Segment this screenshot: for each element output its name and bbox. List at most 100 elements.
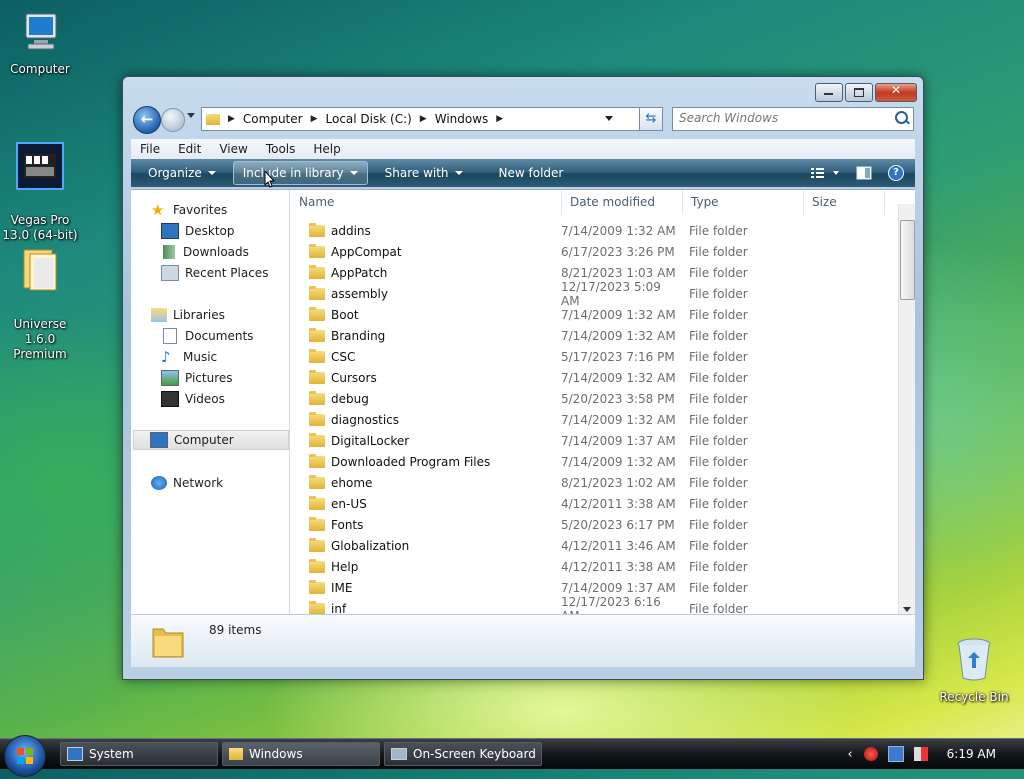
start-button[interactable] xyxy=(4,735,46,777)
table-row[interactable]: Boot 7/14/2009 1:32 AM File folder xyxy=(291,304,899,325)
breadcrumb-separator-icon[interactable]: ▶ xyxy=(420,114,427,124)
table-row[interactable]: Help 4/12/2011 3:38 AM File folder xyxy=(291,556,899,577)
organize-button[interactable]: Organize xyxy=(139,162,225,184)
taskbar-button-label: System xyxy=(89,747,134,761)
table-row[interactable]: addins 7/14/2009 1:32 AM File folder xyxy=(291,220,899,241)
table-row[interactable]: Cursors 7/14/2009 1:32 AM File folder xyxy=(291,367,899,388)
volume-muted-icon[interactable] xyxy=(913,747,928,761)
show-hidden-icons-icon[interactable]: ‹ xyxy=(847,747,852,762)
search-icon[interactable] xyxy=(895,111,908,124)
column-date-modified[interactable]: Date modified xyxy=(562,190,683,214)
nav-videos-label: Videos xyxy=(185,392,225,406)
table-row[interactable]: Branding 7/14/2009 1:32 AM File folder xyxy=(291,325,899,346)
nav-libraries[interactable]: Libraries xyxy=(151,305,307,325)
close-button[interactable]: ✕ xyxy=(875,83,917,102)
folder-icon xyxy=(309,453,325,468)
nav-favorites[interactable]: ★ Favorites xyxy=(151,200,307,220)
table-row[interactable]: DigitalLocker 7/14/2009 1:37 AM File folde… xyxy=(291,430,899,451)
column-size[interactable]: Size xyxy=(804,190,885,214)
file-name: diagnostics xyxy=(331,412,400,427)
address-bar[interactable]: ▶ Computer ▶ Local Disk (C:) ▶ Windows ▶ xyxy=(201,107,640,131)
table-row[interactable]: AppCompat 6/17/2023 3:26 PM File folder xyxy=(291,241,899,262)
caption-buttons: ✕ xyxy=(813,83,917,102)
address-dropdown[interactable] xyxy=(605,116,613,121)
folder-icon xyxy=(229,748,243,760)
file-date: 7/14/2009 1:32 AM xyxy=(561,370,676,385)
desktop-icon xyxy=(161,223,179,239)
clock[interactable]: 6:19 AM xyxy=(947,747,996,761)
file-name-cell: CSC xyxy=(291,348,553,364)
menu-view[interactable]: View xyxy=(210,142,256,156)
refresh-icon: ⇆ xyxy=(645,111,657,126)
recent-pages-dropdown[interactable] xyxy=(187,113,195,118)
table-row[interactable]: assembly 12/17/2023 5:09 AM File folder xyxy=(291,280,899,308)
keyboard-icon xyxy=(391,748,407,760)
maximize-button[interactable] xyxy=(845,83,873,102)
breadcrumb-separator-icon[interactable]: ▶ xyxy=(496,114,503,124)
breadcrumb-separator-icon[interactable]: ▶ xyxy=(228,114,235,124)
breadcrumb-computer[interactable]: Computer xyxy=(243,112,303,126)
table-row[interactable]: en-US 4/12/2011 3:38 AM File folder xyxy=(291,493,899,514)
table-row[interactable]: inf 12/17/2023 6:16 AM File folder xyxy=(291,595,899,615)
file-type: File folder xyxy=(689,391,748,406)
security-alert-icon[interactable] xyxy=(863,747,878,761)
breadcrumb-windows[interactable]: Windows xyxy=(435,112,489,126)
file-type: File folder xyxy=(689,538,748,553)
nav-music-label: Music xyxy=(183,350,218,364)
file-name: debug xyxy=(331,391,369,406)
column-type[interactable]: Type xyxy=(683,190,804,214)
network-icon[interactable] xyxy=(887,746,904,762)
table-row[interactable]: Downloaded Program Files 7/14/2009 1:32 A… xyxy=(291,451,899,472)
folder-icon xyxy=(309,432,325,447)
folder-icon xyxy=(309,222,325,237)
mouse-cursor-icon xyxy=(264,170,276,188)
search-input[interactable] xyxy=(673,108,895,128)
scrollbar-thumb[interactable] xyxy=(900,220,915,300)
breadcrumb-separator-icon[interactable]: ▶ xyxy=(311,114,318,124)
menu-file[interactable]: File xyxy=(131,142,169,156)
table-row[interactable]: Fonts 5/20/2023 6:17 PM File folder xyxy=(291,514,899,535)
help-button[interactable]: ? xyxy=(885,162,907,184)
table-row[interactable]: debug 5/20/2023 3:58 PM File folder xyxy=(291,388,899,409)
file-name-cell: Help xyxy=(291,558,553,574)
minimize-icon xyxy=(824,93,833,95)
file-type: File folder xyxy=(689,454,748,469)
file-name-cell: IME xyxy=(291,579,553,595)
new-folder-button[interactable]: New folder xyxy=(490,162,573,184)
nav-network[interactable]: Network xyxy=(151,473,307,493)
file-date: 4/12/2011 3:38 AM xyxy=(561,559,676,574)
desktop-icon-universe[interactable]: Universe 1.6.0 Premium xyxy=(0,216,80,362)
folder-icon xyxy=(206,113,220,125)
vertical-scrollbar[interactable] xyxy=(898,204,915,614)
search-box[interactable] xyxy=(672,107,914,131)
file-type: File folder xyxy=(689,328,748,343)
file-name: inf xyxy=(331,601,347,615)
taskbar-button-on-screen-keyboard[interactable]: On-Screen Keyboard xyxy=(384,742,542,766)
back-button[interactable]: ← xyxy=(133,106,161,134)
breadcrumb-local-disk[interactable]: Local Disk (C:) xyxy=(326,112,412,126)
share-with-button[interactable]: Share with xyxy=(376,162,472,184)
table-row[interactable]: Globalization 4/12/2011 3:46 AM File folde… xyxy=(291,535,899,556)
include-in-library-button[interactable]: Include in library xyxy=(232,161,368,185)
forward-button[interactable] xyxy=(161,108,185,132)
column-name[interactable]: Name xyxy=(291,190,562,214)
minimize-button[interactable] xyxy=(815,83,843,102)
taskbar-button-windows[interactable]: Windows xyxy=(222,742,380,766)
refresh-button[interactable]: ⇆ xyxy=(639,107,663,131)
desktop-icon-computer[interactable]: Computer xyxy=(0,10,80,77)
preview-pane-button[interactable] xyxy=(853,162,875,184)
table-row[interactable]: ehome 8/21/2023 1:02 AM File folder xyxy=(291,472,899,493)
menu-help[interactable]: Help xyxy=(304,142,349,156)
table-row[interactable]: diagnostics 7/14/2009 1:32 AM File folder xyxy=(291,409,899,430)
menu-tools[interactable]: Tools xyxy=(257,142,305,156)
scroll-down-icon[interactable] xyxy=(903,607,911,612)
change-view-button[interactable] xyxy=(809,162,843,184)
network-icon xyxy=(151,476,167,490)
taskbar-button-system[interactable]: System xyxy=(60,742,218,766)
nav-computer[interactable]: Computer xyxy=(133,430,289,450)
file-name-cell: en-US xyxy=(291,495,553,511)
menu-edit[interactable]: Edit xyxy=(169,142,210,156)
file-name: Help xyxy=(331,559,359,574)
desktop-icon-recycle-bin[interactable]: Recycle Bin xyxy=(934,636,1014,705)
table-row[interactable]: CSC 5/17/2023 7:16 PM File folder xyxy=(291,346,899,367)
